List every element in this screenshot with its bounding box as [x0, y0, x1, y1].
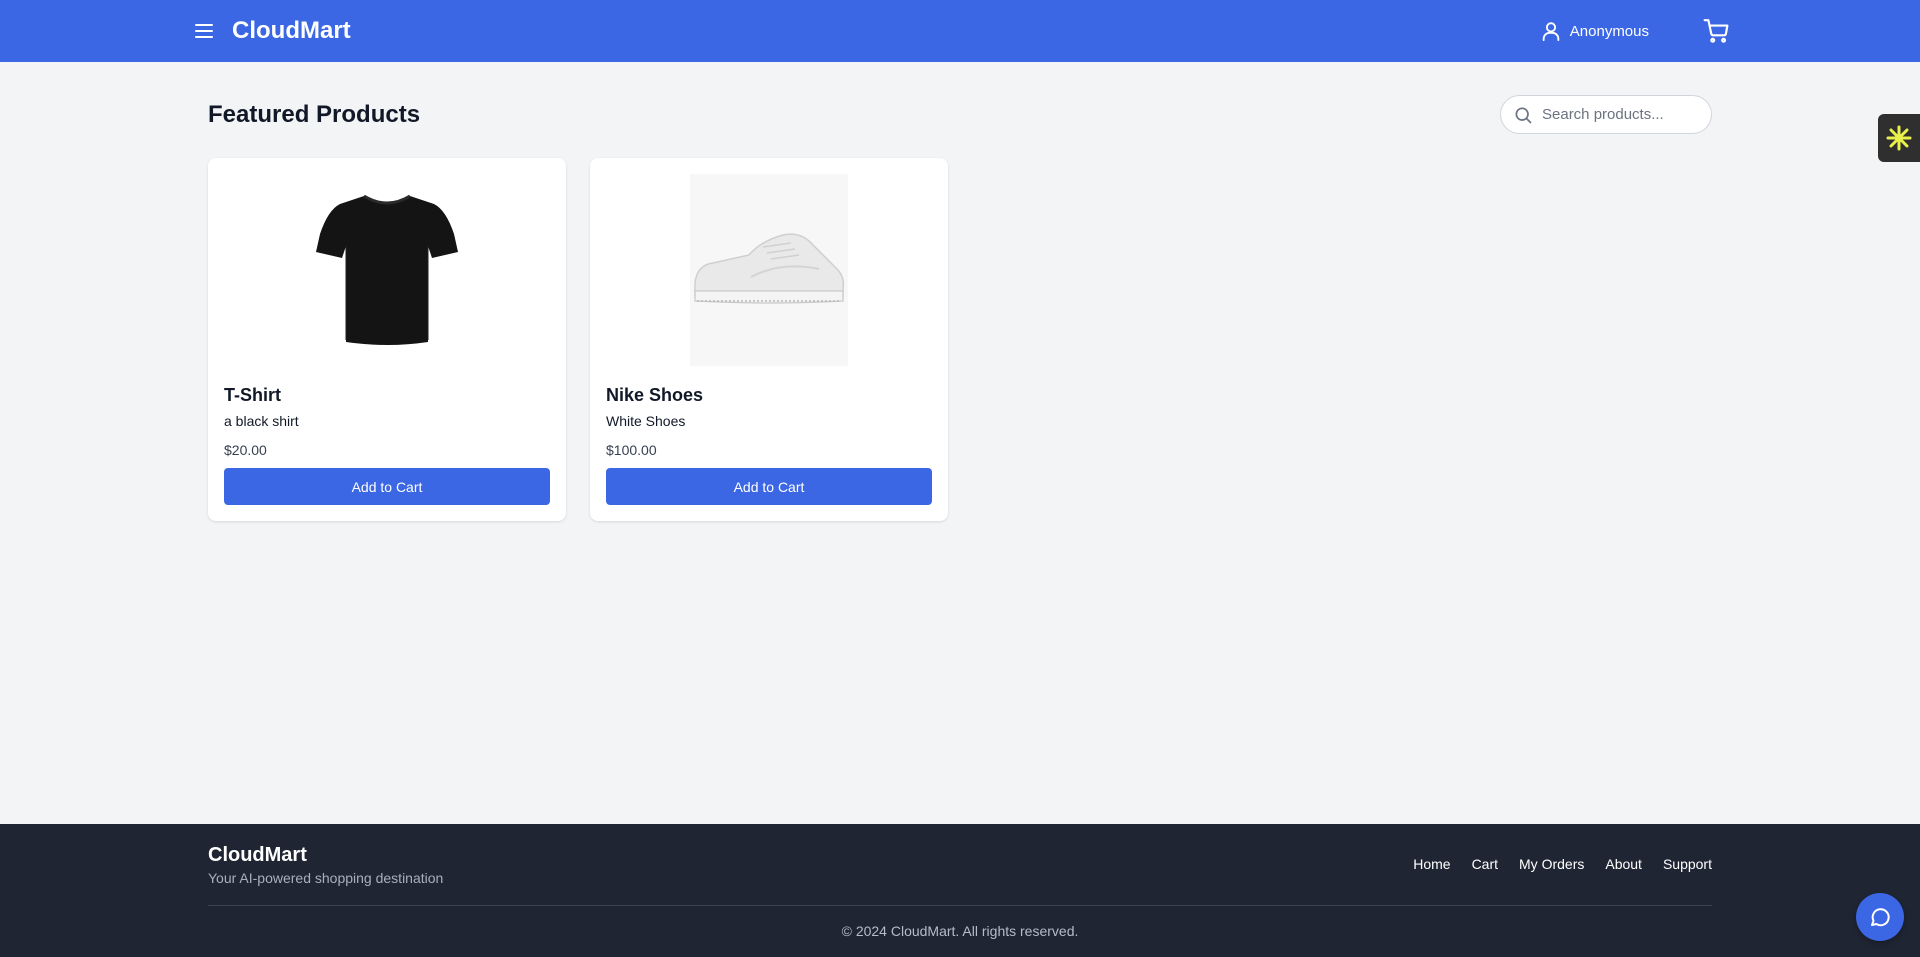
white-sneaker-image: [694, 233, 845, 304]
product-name[interactable]: Nike Shoes: [606, 385, 703, 406]
top-header: CloudMart Anonymous: [0, 0, 1920, 62]
footer-brand: CloudMart: [208, 844, 307, 866]
footer-tagline: Your AI-powered shopping destination: [208, 870, 444, 886]
brand-logo[interactable]: CloudMart: [232, 16, 351, 46]
shopping-cart-icon: [1703, 19, 1729, 43]
side-widget-tab[interactable]: [1878, 114, 1920, 162]
footer-link-cart[interactable]: Cart: [1472, 856, 1498, 872]
footer-copyright: © 2024 CloudMart. All rights reserved.: [841, 923, 1079, 939]
add-to-cart-button[interactable]: Add to Cart: [606, 468, 932, 505]
product-description: White Shoes: [606, 413, 686, 429]
cart-button[interactable]: [1703, 18, 1729, 44]
footer-link-about[interactable]: About: [1605, 856, 1642, 872]
black-tshirt-image: [316, 194, 458, 345]
user-account-button[interactable]: Anonymous: [1540, 16, 1691, 46]
footer-link-my-orders[interactable]: My Orders: [1519, 856, 1584, 872]
page-title: Featured Products: [208, 101, 421, 128]
product-price: $20.00: [224, 442, 267, 458]
footer-divider: [208, 905, 1712, 906]
product-name[interactable]: T-Shirt: [224, 385, 281, 406]
user-name: Anonymous: [1569, 22, 1649, 40]
product-description: a black shirt: [224, 413, 299, 429]
chat-bubble-icon: [1871, 908, 1890, 927]
footer-link-support[interactable]: Support: [1663, 856, 1712, 872]
search-input[interactable]: [1542, 106, 1702, 123]
search-icon: [1515, 107, 1532, 123]
hamburger-menu-icon: [195, 24, 213, 38]
hamburger-menu-button[interactable]: [192, 19, 216, 43]
footer-link-home[interactable]: Home: [1413, 856, 1450, 872]
user-icon: [1542, 22, 1560, 42]
product-price: $100.00: [606, 442, 657, 458]
chat-button[interactable]: [1856, 893, 1904, 941]
asterisk-icon: [1886, 125, 1912, 151]
site-footer: CloudMart Your AI-powered shopping desti…: [0, 824, 1920, 957]
product-card: T-Shirt a black shirt $20.00 Add to Cart: [208, 158, 566, 521]
footer-nav: Home Cart My Orders About Support: [1413, 856, 1712, 872]
product-card: Nike Shoes White Shoes $100.00 Add to Ca…: [590, 158, 948, 521]
product-image[interactable]: [606, 174, 932, 366]
search-box[interactable]: [1500, 95, 1712, 134]
add-to-cart-button[interactable]: Add to Cart: [224, 468, 550, 505]
product-image[interactable]: [224, 174, 550, 366]
